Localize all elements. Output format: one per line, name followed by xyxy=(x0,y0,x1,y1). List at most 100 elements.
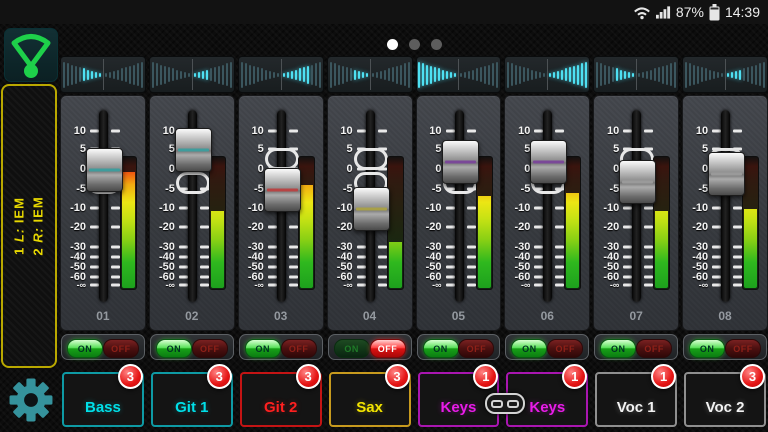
pan-indicator[interactable] xyxy=(415,56,502,93)
fader-knob-line xyxy=(355,207,387,211)
fader-tick xyxy=(178,255,188,259)
pan-bar xyxy=(624,70,627,79)
pan-bar xyxy=(577,64,580,85)
fader-knob[interactable] xyxy=(174,128,212,172)
fader-scale-label: 10 xyxy=(518,125,531,137)
fader-knob[interactable] xyxy=(263,168,301,212)
off-button[interactable]: OFF xyxy=(547,339,584,358)
fader-scale-label: -10 xyxy=(603,202,620,214)
pan-bar xyxy=(620,69,623,80)
pan-bar xyxy=(557,70,560,79)
fader-tick xyxy=(267,255,277,259)
level-meter-gradient xyxy=(566,192,580,288)
on-button[interactable]: ON xyxy=(333,339,370,358)
pan-bar xyxy=(743,68,746,81)
pan-indicator[interactable] xyxy=(593,56,680,93)
pan-fan-right xyxy=(371,61,410,88)
page-dot[interactable] xyxy=(386,38,398,50)
pan-indicator[interactable] xyxy=(237,56,324,93)
onoff-toggle: ON OFF xyxy=(61,334,145,360)
off-button[interactable]: OFF xyxy=(725,339,761,358)
battery-icon xyxy=(709,3,720,21)
level-meter-gradient xyxy=(299,185,313,288)
off-button[interactable]: OFF xyxy=(636,339,673,358)
fader-knob[interactable] xyxy=(530,140,568,184)
on-button[interactable]: ON xyxy=(67,339,103,358)
fader-tick xyxy=(466,245,476,249)
off-button[interactable]: OFF xyxy=(369,339,406,358)
channel-number: 03 xyxy=(274,309,288,323)
fader-tick xyxy=(267,275,277,279)
pan-indicator[interactable] xyxy=(682,56,768,93)
channel-strip: 10 5 0 -5 -10 -20 -30 -40 -50 -60 -∞ 04 xyxy=(326,95,413,331)
fader-knob[interactable] xyxy=(708,152,746,196)
fader-tick xyxy=(644,206,654,210)
fader-tick xyxy=(267,245,277,249)
fader-knob[interactable] xyxy=(441,140,479,184)
pan-bar xyxy=(286,71,289,78)
pan-bar xyxy=(418,61,421,88)
pan-bar xyxy=(693,64,696,85)
on-button[interactable]: ON xyxy=(155,339,192,358)
output-bus-selector[interactable]: 1 L: IEM 2 R: IEM xyxy=(1,84,57,368)
pan-indicator[interactable] xyxy=(148,56,235,93)
pan-bar xyxy=(379,70,382,79)
fader-knob[interactable] xyxy=(619,160,657,204)
pan-bar xyxy=(62,61,65,88)
off-button[interactable]: OFF xyxy=(191,339,228,358)
on-button[interactable]: ON xyxy=(244,339,281,358)
status-bar: 87% 14:39 xyxy=(0,0,768,24)
off-button[interactable]: OFF xyxy=(458,339,495,358)
fader-tick xyxy=(534,275,544,279)
fader-tick xyxy=(466,225,476,229)
onoff-toggle: ON OFF xyxy=(416,334,501,360)
fader-tick xyxy=(199,245,209,249)
fader-scale-label: 10 xyxy=(162,125,175,137)
fader-track[interactable] xyxy=(454,110,464,302)
signal-strength-icon xyxy=(655,5,671,19)
page-dot[interactable] xyxy=(430,38,442,50)
fader-track[interactable] xyxy=(99,110,108,302)
fader-knob[interactable] xyxy=(86,148,123,192)
fader-tick xyxy=(178,245,188,249)
page-dot[interactable] xyxy=(408,38,420,50)
settings-gear-icon[interactable] xyxy=(8,377,54,423)
pan-indicator[interactable] xyxy=(504,56,591,93)
pan-bar xyxy=(264,69,267,80)
pan-bar xyxy=(616,68,619,81)
fader-tick xyxy=(466,255,476,259)
off-button[interactable]: OFF xyxy=(102,339,139,358)
pan-bar xyxy=(175,69,178,80)
fader-track[interactable] xyxy=(632,110,642,302)
on-button[interactable]: ON xyxy=(600,339,637,358)
stereo-link-icon[interactable] xyxy=(485,393,525,414)
on-button[interactable]: ON xyxy=(422,339,459,358)
channel-name-cell: Sax 3 xyxy=(327,364,413,432)
fader-knob[interactable] xyxy=(352,187,390,231)
pan-fan-left xyxy=(62,61,101,88)
fader-tick xyxy=(534,265,544,269)
fader-scale-label: -10 xyxy=(425,202,442,214)
fader-track[interactable] xyxy=(721,110,731,302)
on-button[interactable]: ON xyxy=(689,339,726,358)
pan-bar xyxy=(727,72,730,77)
pan-bar xyxy=(151,61,154,88)
app-logo-wifi-icon[interactable] xyxy=(4,28,58,82)
level-meter-gradient xyxy=(655,211,669,288)
fader-tick xyxy=(267,265,277,269)
off-button[interactable]: OFF xyxy=(280,339,317,358)
fader-track[interactable] xyxy=(543,110,553,302)
pan-bar xyxy=(585,61,588,88)
fader-scale-label: -5 xyxy=(609,183,620,195)
level-meter-lit xyxy=(477,195,491,288)
pan-indicator[interactable] xyxy=(326,56,413,93)
on-button[interactable]: ON xyxy=(511,339,548,358)
pan-indicator[interactable] xyxy=(60,56,146,93)
channel-strip: 10 5 0 -5 -10 -20 -30 -40 -50 -60 -∞ 07 xyxy=(593,95,680,331)
pan-bar xyxy=(519,65,522,84)
fader-scale-label: -10 xyxy=(514,202,531,214)
fader-tick xyxy=(377,275,387,279)
fader-tick xyxy=(644,275,654,279)
channel-number: 05 xyxy=(451,309,466,323)
fader-tick xyxy=(733,206,743,210)
